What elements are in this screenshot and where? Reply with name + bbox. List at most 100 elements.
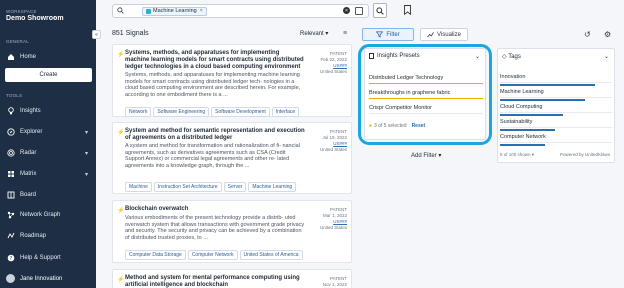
workspace-label: WORKSPACE [6,9,37,14]
signal-icon: ⚡ [117,208,125,214]
signal-icon: ⚡ [117,52,125,58]
sidebar: WORKSPACE Demo Showroom ▾ GENERAL Home C… [0,0,96,288]
card-tags: Computer Data Storage Computer Network U… [125,250,303,260]
sidebar-item-network-graph[interactable]: Network Graph [6,208,92,222]
selection-dot-icon: ● [369,123,373,129]
tab-visualize[interactable]: Visualize [420,28,468,41]
search-icon [117,6,127,16]
tag-icon [146,8,151,14]
general-section-label: GENERAL [6,39,29,44]
tag-share-bar [500,114,563,116]
tag-item[interactable]: Sustainability [500,119,612,128]
card-title[interactable]: Systems, methods, and apparatuses for im… [125,50,305,71]
tag-item[interactable]: Computer Network [500,134,612,143]
sidebar-item-matrix[interactable]: Matrix ▾ [6,167,92,181]
chart-icon [427,32,434,38]
tag-chip[interactable]: Interface [271,107,300,117]
tag-item[interactable]: Machine Learning [500,89,612,98]
sidebar-item-label: Insights [20,108,41,114]
presets-header[interactable]: Insights Presets [369,53,420,59]
close-icon[interactable]: × [200,8,203,14]
tag-chip[interactable]: Server [223,182,247,192]
search-input[interactable]: Machine Learning × × [112,4,369,18]
search-chip[interactable]: Machine Learning × [142,6,207,16]
tags-shown-count: 5 of 100 shown [500,152,531,157]
presets-selected-count: 3 of 5 selected [374,123,407,129]
tags-footer[interactable]: 5 of 100 shown ▾ [500,152,534,158]
collapse-sidebar-icon[interactable]: « [92,30,101,39]
card-title[interactable]: Method and system for mental performance… [125,275,305,288]
card-abstract: Systems, methods, and apparatuses for im… [125,72,301,98]
search-icon [376,6,384,15]
tag-chip[interactable]: United States of America [239,250,303,260]
tag-chip[interactable]: Software Development [211,107,270,117]
result-card[interactable]: ⚡ Method and system for mental performan… [112,269,352,288]
search-button[interactable] [373,3,387,18]
sort-order-icon[interactable]: ≡ [343,30,347,37]
bookmark-icon[interactable] [404,5,411,15]
tag-item[interactable]: Cloud Computing [500,104,612,113]
search-chip-label: Machine Learning [153,8,197,14]
tag-chip[interactable]: Machine [125,182,152,192]
sidebar-item-explorer[interactable]: Explorer ▾ [6,125,92,139]
card-title[interactable]: Blockchain overwatch [125,206,305,213]
chevron-down-icon[interactable]: ▾ [85,150,88,157]
signal-icon: ⚡ [117,130,125,136]
result-card[interactable]: ⚡ Blockchain overwatch Various embodimen… [112,200,352,263]
home-icon [6,53,15,62]
chevron-down-icon[interactable]: ⌄ [475,53,480,60]
chevron-down-icon[interactable]: ▾ [85,171,88,178]
result-card[interactable]: ⚡ System and method for semantic represe… [112,122,352,194]
create-button[interactable]: Create [5,68,92,82]
tab-filter-label: Filter [386,31,400,38]
sidebar-item-help[interactable]: ? Help & Support [6,251,92,265]
chevron-down-icon[interactable]: ▾ [53,16,56,22]
user-name: Jane Innovation [20,275,63,282]
card-tags: Network Software Engineering Software De… [125,107,300,117]
tag-chip[interactable]: Software Engineering [153,107,210,117]
sidebar-item-home[interactable]: Home [6,50,92,64]
results-list: ⚡ Systems, methods, and apparatuses for … [112,44,352,288]
result-card[interactable]: ⚡ Systems, methods, and apparatuses for … [112,44,352,117]
tab-filter[interactable]: Filter [362,28,414,41]
card-meta: PATENT Mar 1, 2022 US### United States [313,207,347,231]
tag-chip[interactable]: Machine Learning [248,182,297,192]
sidebar-item-insights[interactable]: Insights [6,104,92,118]
reset-button[interactable]: Reset [412,123,426,129]
card-title[interactable]: System and method for semantic represent… [125,128,305,142]
tag-chip[interactable]: Computer Network [187,250,238,260]
tags-header[interactable]: ◇ Tags [502,53,521,60]
preset-item[interactable]: Distributed Ledger Technology [369,75,483,84]
gear-icon[interactable]: ⚙ [604,30,611,39]
results-count: 851 Signals [112,30,149,37]
sidebar-item-roadmap[interactable]: Roadmap [6,229,92,243]
preset-item[interactable]: Breakthroughs in graphene fabric [369,90,483,99]
undo-icon[interactable]: ↺ [584,30,591,39]
sort-select[interactable]: Relevant ▾ [300,30,328,37]
user-menu[interactable]: Jane Innovation [6,274,62,283]
sidebar-item-label: Explorer [20,129,43,135]
sidebar-item-board[interactable]: Board [6,188,92,202]
tag-item[interactable]: Innovation [500,74,612,83]
sidebar-item-label: Home [20,54,37,60]
sidebar-item-radar[interactable]: Radar ▾ [6,146,92,160]
card-abstract: Various embodiments of the present techn… [125,215,305,241]
compass-icon [6,128,15,137]
tag-chip[interactable]: Computer Data Storage [125,250,186,260]
add-filter-button[interactable]: Add Filter ▾ [411,152,441,159]
tools-section-label: TOOLS [6,93,23,98]
svg-text:?: ? [9,256,12,262]
chevron-down-icon[interactable]: ▾ [85,129,88,136]
chevron-down-icon[interactable]: ⌄ [604,53,609,60]
presets-title: Insights Presets [377,53,420,59]
tag-chip[interactable]: Instruction Set Architecture [153,182,222,192]
tag-share-bar [500,84,595,86]
board-icon [6,191,15,200]
card-country: United States [319,225,347,230]
advanced-search-icon[interactable] [355,7,363,15]
clear-search-icon[interactable]: × [343,7,350,14]
sidebar-item-label: Radar [20,150,37,156]
preset-item[interactable]: Crispr Competitor Monitor [369,105,483,114]
card-meta: PATENT Nov 1, 2022 [313,276,347,288]
tag-chip[interactable]: Network [125,107,152,117]
